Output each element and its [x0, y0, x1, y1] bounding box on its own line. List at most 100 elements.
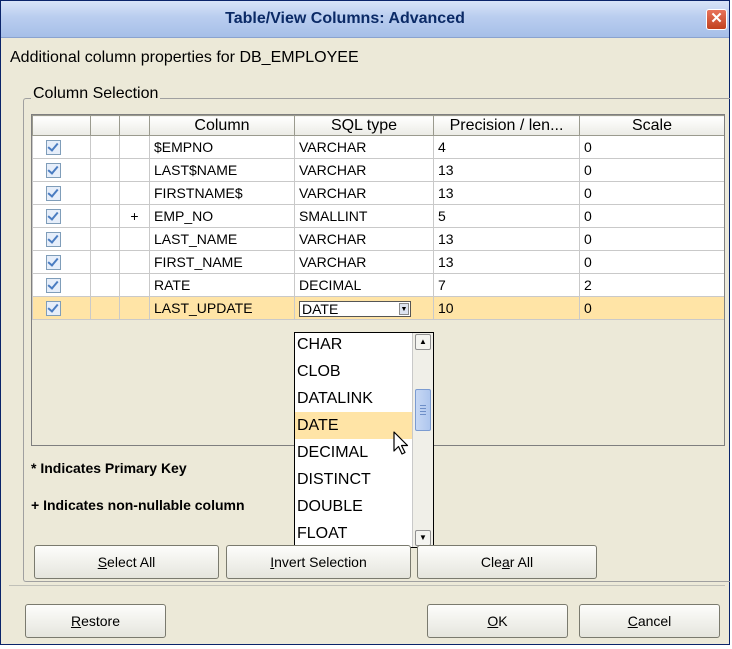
clear-mnemonic: a	[501, 554, 510, 570]
include-checkbox[interactable]	[46, 255, 61, 271]
include-checkbox[interactable]	[46, 186, 61, 202]
cancel-label-post: ancel	[637, 613, 672, 629]
table-row[interactable]: LAST_NAME VARCHAR 13 0	[32, 227, 724, 251]
precision-cell[interactable]: 10	[433, 296, 580, 320]
table-row[interactable]: LAST$NAME VARCHAR 13 0	[32, 158, 724, 182]
select-all-button[interactable]: Select All	[34, 545, 219, 579]
dropdown-option[interactable]: DISTINCT	[295, 466, 415, 493]
column-header[interactable]: Precision / len...	[433, 115, 580, 136]
table-row[interactable]: + EMP_NO SMALLINT 5 0	[32, 204, 724, 228]
footer-divider	[9, 585, 725, 586]
column-name-cell[interactable]: LAST_UPDATE	[149, 296, 295, 320]
precision-cell[interactable]: 13	[433, 181, 580, 205]
primary-key-flag	[90, 204, 120, 228]
dropdown-option[interactable]: FLOAT	[295, 520, 415, 547]
sql-type-cell[interactable]: VARCHAR	[294, 227, 434, 251]
non-nullable-flag	[119, 296, 150, 320]
clear-label-pre: Cle	[480, 554, 502, 570]
select-cell	[32, 181, 91, 205]
include-checkbox[interactable]	[46, 140, 61, 156]
column-header[interactable]: Scale	[579, 115, 724, 136]
dropdown-arrow-icon[interactable]: ▼	[399, 302, 409, 315]
dropdown-scrollbar[interactable]: ▲ ▼	[412, 333, 433, 547]
window-title: Table/View Columns: Advanced	[225, 10, 465, 27]
select-cell	[32, 250, 91, 274]
invert-selection-button[interactable]: Invert Selection	[226, 545, 411, 579]
non-nullable-flag	[119, 250, 150, 274]
restore-mnemonic: R	[70, 613, 82, 629]
sql-type-cell[interactable]: VARCHAR	[294, 135, 434, 159]
scale-cell[interactable]: 0	[579, 181, 724, 205]
sql-type-dropdown-list[interactable]: CHAR CLOB DATALINK DATE DECIMAL DISTINCT DOUBL…	[294, 332, 434, 548]
column-header[interactable]: Column	[149, 115, 295, 136]
scale-cell[interactable]: 0	[579, 158, 724, 182]
sql-type-cell[interactable]: VARCHAR	[294, 181, 434, 205]
column-header[interactable]	[32, 115, 91, 136]
primary-key-flag	[90, 296, 120, 320]
ok-button[interactable]: OK	[427, 604, 568, 638]
sql-type-cell[interactable]: VARCHAR	[294, 158, 434, 182]
title-bar[interactable]: Table/View Columns: Advanced ✕	[1, 1, 729, 38]
table-header-row: Column SQL type Precision / len... Scale	[32, 115, 724, 136]
include-checkbox[interactable]	[46, 232, 61, 248]
table-row[interactable]: FIRSTNAME$ VARCHAR 13 0	[32, 181, 724, 205]
column-name-cell[interactable]: RATE	[149, 273, 295, 297]
grip-line	[420, 411, 426, 412]
scale-cell[interactable]: 0	[579, 135, 724, 159]
scale-cell[interactable]: 0	[579, 250, 724, 274]
dropdown-option[interactable]: DATALINK	[295, 385, 415, 412]
precision-cell[interactable]: 13	[433, 158, 580, 182]
clear-all-button[interactable]: Clear All	[417, 545, 597, 579]
ok-mnemonic: O	[487, 613, 499, 629]
scroll-thumb[interactable]	[415, 389, 431, 431]
primary-key-flag	[90, 135, 120, 159]
include-checkbox[interactable]	[46, 209, 61, 225]
table-row[interactable]: FIRST_NAME VARCHAR 13 0	[32, 250, 724, 274]
column-name-cell[interactable]: FIRSTNAME$	[149, 181, 295, 205]
scale-cell[interactable]: 0	[579, 204, 724, 228]
restore-button[interactable]: Restore	[25, 604, 166, 638]
precision-cell[interactable]: 5	[433, 204, 580, 228]
precision-cell[interactable]: 13	[433, 250, 580, 274]
precision-cell[interactable]: 4	[433, 135, 580, 159]
column-name-cell[interactable]: $EMPNO	[149, 135, 295, 159]
column-header[interactable]	[119, 115, 150, 136]
sql-type-cell[interactable]: DECIMAL	[294, 273, 434, 297]
sql-type-cell[interactable]: VARCHAR	[294, 250, 434, 274]
sql-type-combobox[interactable]: DATE ▼	[299, 300, 411, 317]
scroll-down-icon[interactable]: ▼	[415, 530, 431, 546]
scroll-up-icon[interactable]: ▲	[415, 334, 431, 350]
column-name-cell[interactable]: EMP_NO	[149, 204, 295, 228]
column-name-cell[interactable]: FIRST_NAME	[149, 250, 295, 274]
include-checkbox[interactable]	[46, 278, 61, 294]
column-name-cell[interactable]: LAST_NAME	[149, 227, 295, 251]
columns-table: Column SQL type Precision / len... Scale $E…	[32, 115, 724, 320]
dropdown-option[interactable]: CHAR	[295, 331, 415, 358]
precision-cell[interactable]: 7	[433, 273, 580, 297]
column-name-cell[interactable]: LAST$NAME	[149, 158, 295, 182]
include-checkbox[interactable]	[46, 163, 61, 179]
include-checkbox[interactable]	[46, 301, 61, 317]
cancel-button[interactable]: Cancel	[579, 604, 720, 638]
advanced-columns-dialog: Table/View Columns: Advanced ✕ Additiona…	[0, 0, 730, 645]
sql-type-value: DATE	[302, 300, 339, 317]
table-row[interactable]: $EMPNO VARCHAR 4 0	[32, 135, 724, 159]
select-cell	[32, 296, 91, 320]
precision-cell[interactable]: 13	[433, 227, 580, 251]
close-icon[interactable]: ✕	[706, 9, 727, 30]
primary-key-flag	[90, 273, 120, 297]
column-header[interactable]: SQL type	[294, 115, 434, 136]
scale-cell[interactable]: 2	[579, 273, 724, 297]
table-row[interactable]: RATE DECIMAL 7 2	[32, 273, 724, 297]
sql-type-cell[interactable]: DATE ▼	[294, 296, 434, 320]
table-row[interactable]: LAST_UPDATE DATE ▼ 10 0	[32, 296, 724, 320]
non-nullable-flag	[119, 181, 150, 205]
grip-line	[420, 405, 426, 406]
dropdown-option[interactable]: DOUBLE	[295, 493, 415, 520]
scale-cell[interactable]: 0	[579, 296, 724, 320]
sql-type-cell[interactable]: SMALLINT	[294, 204, 434, 228]
dropdown-option[interactable]: CLOB	[295, 358, 415, 385]
column-header[interactable]	[90, 115, 120, 136]
mouse-pointer-icon	[393, 431, 409, 455]
scale-cell[interactable]: 0	[579, 227, 724, 251]
